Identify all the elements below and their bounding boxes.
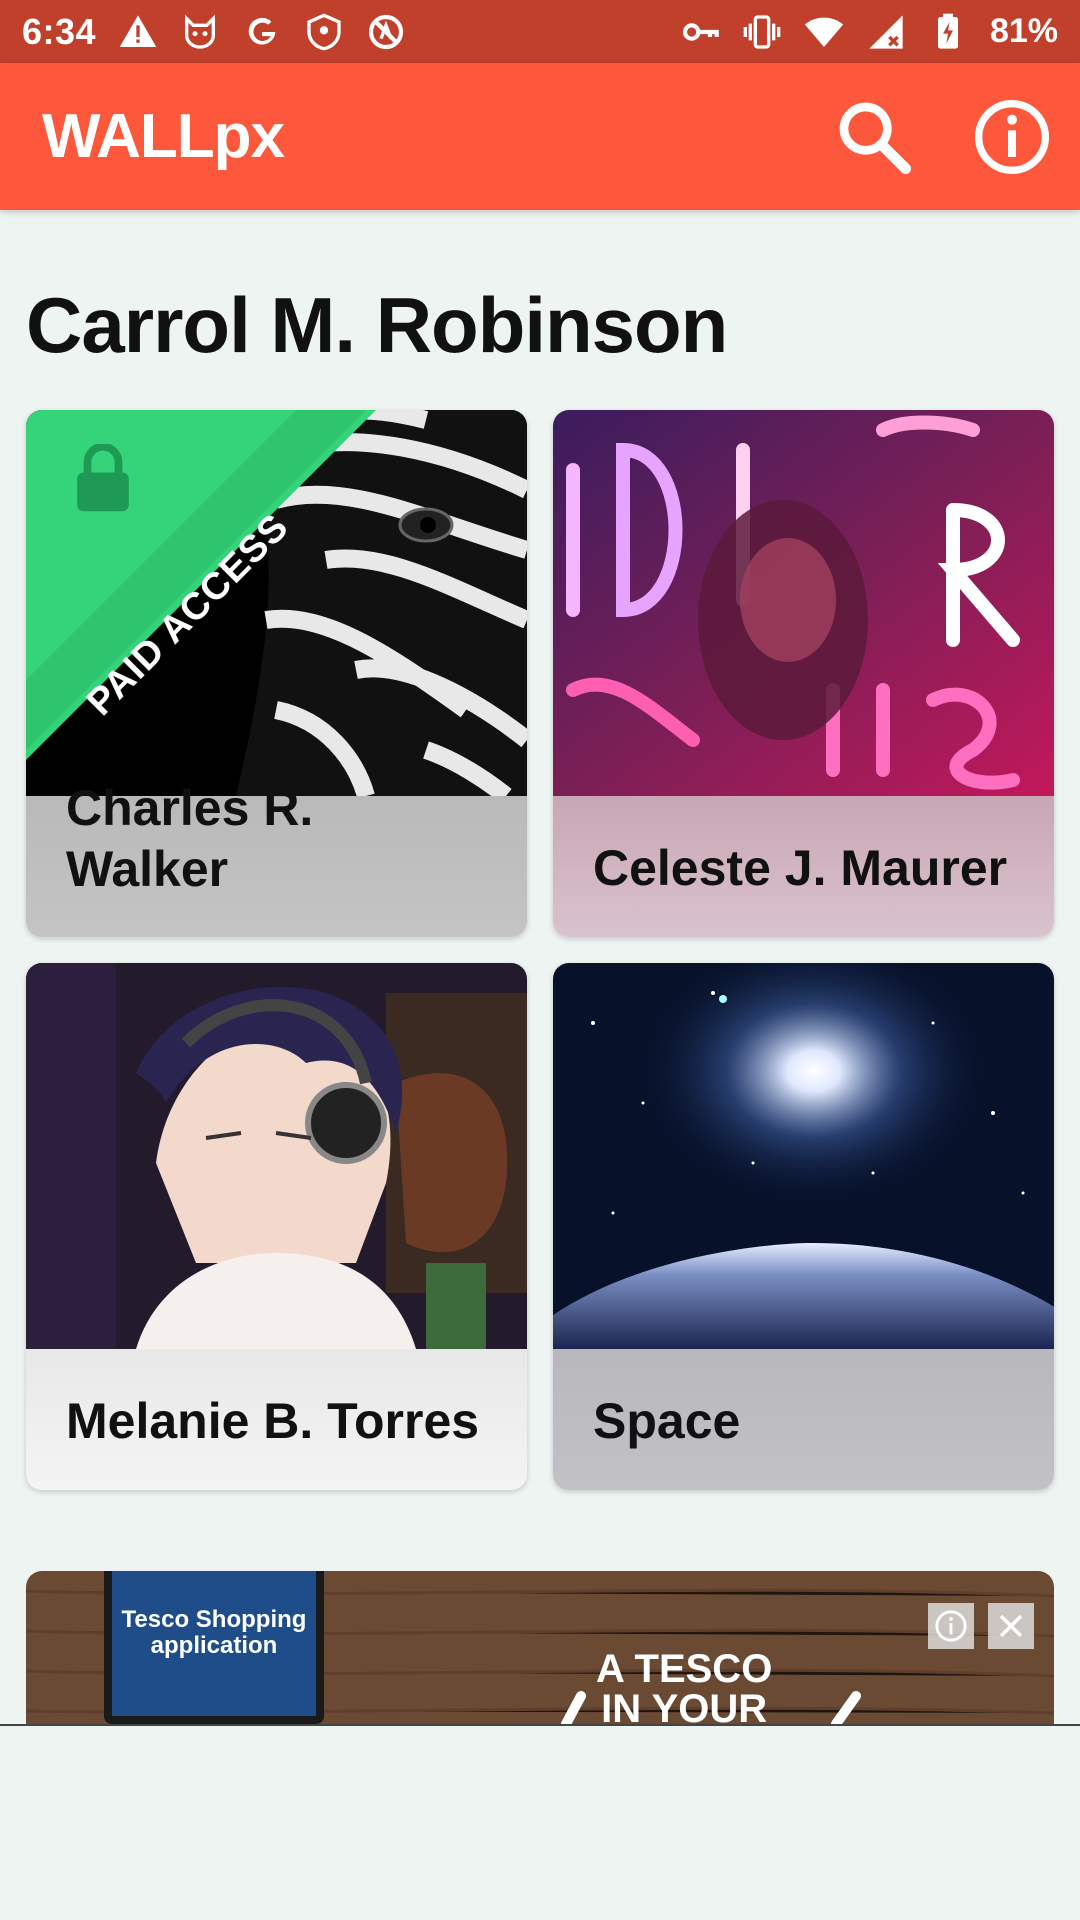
card-label: Melanie B. Torres xyxy=(66,1393,480,1449)
lock-icon xyxy=(77,444,129,512)
no-sign-icon xyxy=(366,12,406,52)
card-label: Charles R. Walker xyxy=(66,780,314,897)
info-icon[interactable] xyxy=(972,97,1052,177)
card-caption: Charles R. Walker xyxy=(26,780,527,937)
page-title: Carrol M. Robinson xyxy=(26,281,728,369)
status-time: 6:34 xyxy=(22,10,97,52)
signal-icon xyxy=(866,12,906,52)
cat-icon xyxy=(180,12,220,52)
ad-phone-text: Tesco Shopping application xyxy=(121,1606,307,1660)
ad-info-icon[interactable] xyxy=(928,1603,974,1649)
vibrate-icon xyxy=(742,12,782,52)
ad-close-icon[interactable] xyxy=(988,1603,1034,1649)
search-icon[interactable] xyxy=(834,97,914,177)
ad-headline: A TESCO IN YOUR xyxy=(596,1647,773,1724)
battery-icon xyxy=(928,12,968,52)
card-caption: Melanie B. Torres xyxy=(26,1349,527,1490)
ad-phone-image: Tesco Shopping application xyxy=(104,1571,324,1724)
shield-icon xyxy=(304,12,344,52)
wallpaper-card-space[interactable]: Space xyxy=(553,963,1054,1490)
app-title: WALLpx xyxy=(42,102,285,171)
bottom-area xyxy=(0,1726,1080,1920)
wallpaper-card-celeste-j-maurer[interactable]: Celeste J. Maurer xyxy=(553,410,1054,937)
card-label: Celeste J. Maurer xyxy=(593,840,1008,896)
battery-percent: 81% xyxy=(989,12,1058,50)
key-icon xyxy=(680,12,720,52)
ad-banner[interactable]: Tesco Shopping application A TESCO IN YO… xyxy=(26,1571,1054,1724)
card-label: Space xyxy=(593,1393,741,1449)
wifi-icon xyxy=(804,12,844,52)
card-image xyxy=(553,410,1054,796)
card-caption: Celeste J. Maurer xyxy=(553,796,1054,937)
card-caption: Space xyxy=(553,1349,1054,1490)
wallpaper-card-melanie-b-torres[interactable]: Melanie B. Torres xyxy=(26,963,527,1490)
card-image xyxy=(26,963,527,1349)
app-bar: WALLpx xyxy=(0,63,1080,210)
card-image xyxy=(553,963,1054,1349)
google-icon xyxy=(242,12,282,52)
wallpaper-card-charles-r-walker[interactable]: PAID ACCESS Charles R. Walker xyxy=(26,410,527,937)
status-bar: 6:34 81% xyxy=(0,0,1080,63)
warning-icon xyxy=(118,12,158,52)
